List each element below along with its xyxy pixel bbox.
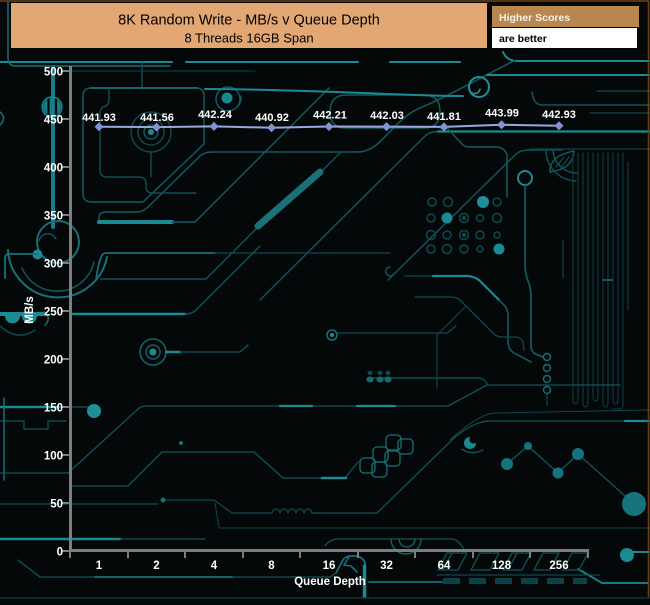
svg-text:442.93: 442.93 xyxy=(542,109,576,121)
svg-text:8: 8 xyxy=(268,560,275,572)
svg-text:100: 100 xyxy=(44,451,63,463)
svg-text:8 Threads 16GB Span: 8 Threads 16GB Span xyxy=(184,31,313,46)
svg-text:8K Random Write - MB/s v Queue: 8K Random Write - MB/s v Queue Depth xyxy=(118,13,380,29)
svg-text:0: 0 xyxy=(57,547,63,559)
svg-text:300: 300 xyxy=(44,259,63,271)
svg-text:are better: are better xyxy=(499,33,547,45)
svg-text:500: 500 xyxy=(44,67,63,79)
svg-text:64: 64 xyxy=(438,560,451,572)
svg-text:MB/s: MB/s xyxy=(24,296,36,323)
svg-text:32: 32 xyxy=(380,560,393,572)
svg-text:16: 16 xyxy=(323,560,336,572)
svg-text:443.99: 443.99 xyxy=(485,108,519,120)
svg-text:442.24: 442.24 xyxy=(198,109,233,121)
svg-text:Higher Scores: Higher Scores xyxy=(499,12,570,24)
svg-text:1: 1 xyxy=(96,560,103,572)
svg-text:2: 2 xyxy=(153,560,159,572)
svg-text:Queue Depth: Queue Depth xyxy=(294,576,366,588)
svg-text:400: 400 xyxy=(44,163,63,175)
svg-text:50: 50 xyxy=(50,499,63,511)
svg-text:256: 256 xyxy=(549,560,568,572)
svg-text:200: 200 xyxy=(44,355,63,367)
svg-text:441.81: 441.81 xyxy=(427,111,461,123)
svg-text:128: 128 xyxy=(492,560,512,572)
svg-text:4: 4 xyxy=(211,560,218,572)
svg-text:350: 350 xyxy=(44,211,63,223)
svg-text:440.92: 440.92 xyxy=(255,112,289,124)
svg-text:150: 150 xyxy=(44,403,63,415)
svg-text:442.03: 442.03 xyxy=(370,110,404,122)
svg-text:250: 250 xyxy=(44,307,63,319)
svg-text:441.93: 441.93 xyxy=(82,112,116,124)
svg-text:441.56: 441.56 xyxy=(140,112,174,124)
svg-text:450: 450 xyxy=(44,115,63,127)
svg-text:442.21: 442.21 xyxy=(313,110,347,122)
